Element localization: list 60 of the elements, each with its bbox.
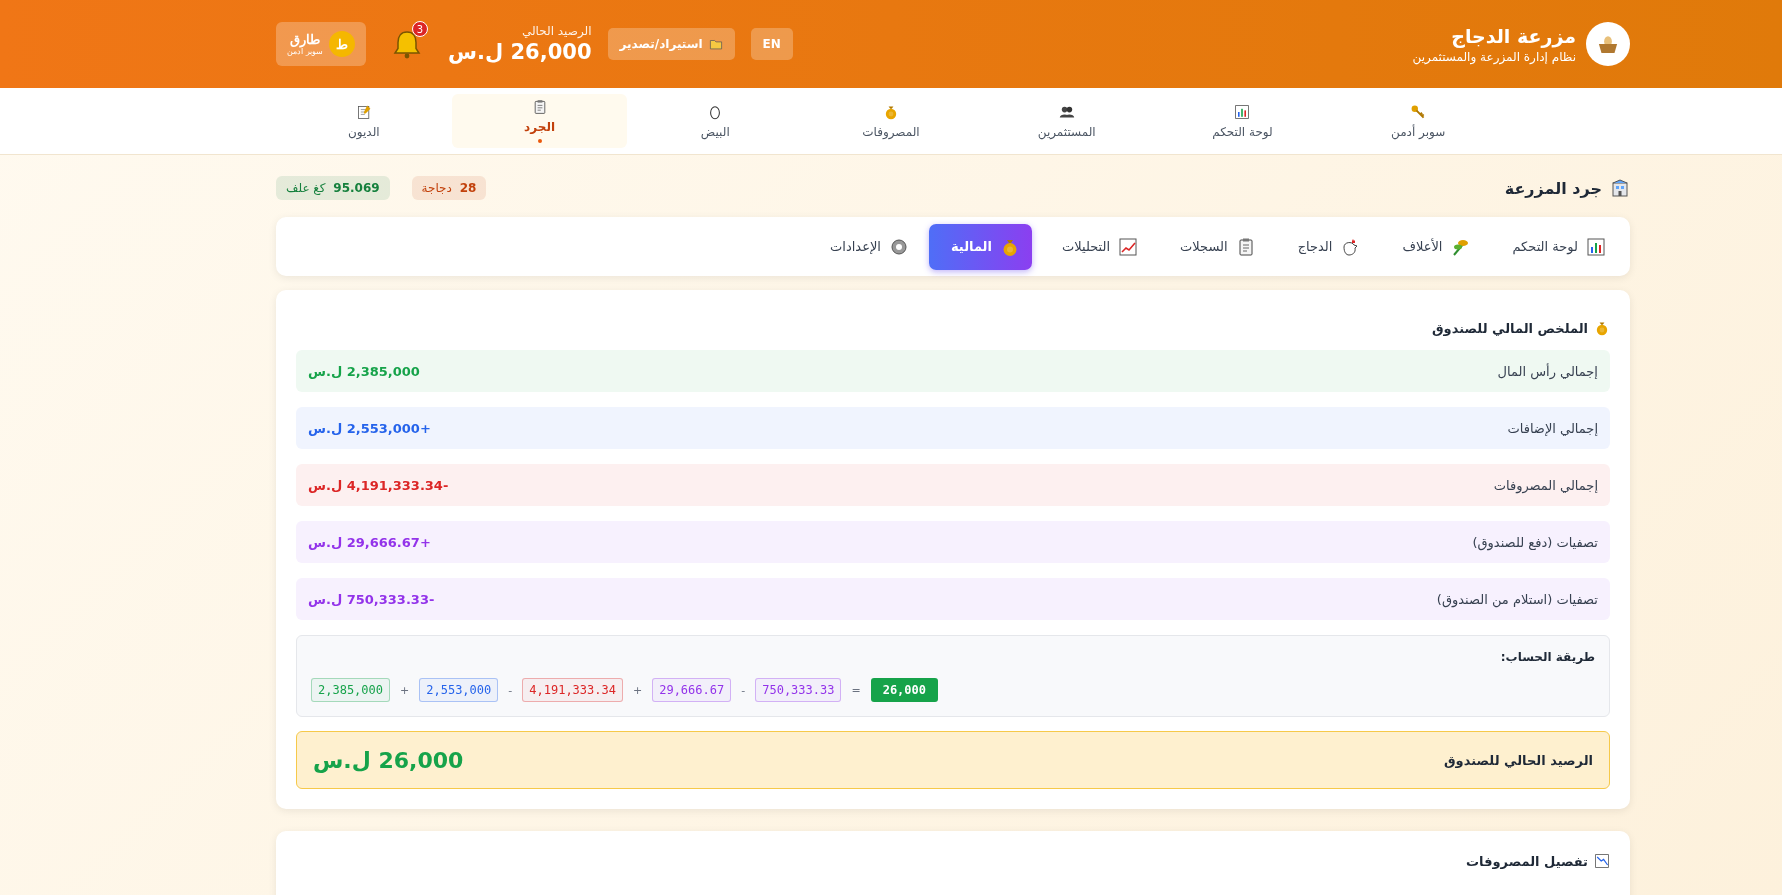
page-title: جرد المزرعة [1504,178,1602,198]
formula-term: 750,333.33 [755,678,842,702]
notification-badge: 3 [412,21,428,37]
summary-value: +29,666.67 ل.س [308,534,431,550]
section-tab[interactable]: المالية [928,223,1032,270]
section-tab[interactable]: التحليلات [1039,223,1151,270]
section-tab[interactable]: الأعلاف [1380,223,1483,270]
formula-term: 29,666.67 [652,678,732,702]
nav-tab[interactable]: الديون [275,94,452,148]
formula-term: 2,385,000 [311,678,391,702]
nav-tab[interactable]: الجرد [451,94,628,148]
nav-tab[interactable]: البيض [627,94,804,148]
formula-operator: = [851,683,861,697]
summary-label: إجمالي الإضافات [1507,420,1598,436]
formula-operator: + [632,683,643,697]
section-tab[interactable]: لوحة التحكم [1490,223,1618,270]
memo-icon [355,103,372,120]
summary-value: -750,333.33 ل.س [308,591,435,607]
bar-chart-icon [1234,103,1251,120]
settings-icon [888,236,909,257]
section-tab[interactable]: الدجاج [1275,223,1373,270]
nav-tab[interactable]: المصروفات [803,94,979,148]
balance-value: 26,000 ل.س [448,40,592,64]
user-avatar: ط [328,31,355,57]
folder-icon [708,37,723,51]
building-icon [1610,178,1630,198]
summary-value: 2,385,000 ل.س [308,363,420,379]
total-value: 26,000 ل.س [313,747,464,773]
nav-tab[interactable]: لوحة التحكم [1154,94,1331,148]
chart-down-icon [1594,853,1610,869]
section-tab[interactable]: السجلات [1158,223,1268,270]
app-subtitle: نظام إدارة المزرعة والمستثمرين [1412,49,1576,64]
calculation-title: طريقة الحساب: [1499,650,1595,664]
key-icon [1410,103,1427,120]
nav-tab[interactable]: المستثمرين [978,94,1155,148]
bar-chart-icon [1586,236,1606,257]
summary-value: -4,191,333.34 ل.س [308,477,449,493]
formula-result: 26,000 [870,678,939,702]
balance-label: الرصيد الحالي [520,24,592,38]
nav-tab[interactable]: سوبر أدمن [1330,94,1506,148]
formula-term: 4,191,333.34 [522,678,623,702]
formula-operator: - [508,683,513,697]
line-chart-icon [1118,236,1139,257]
section-tab[interactable]: الإعدادات [808,223,921,270]
money-bag-icon [883,103,899,120]
money-bag-icon [1594,320,1610,336]
summary-label: إجمالي رأس المال [1497,363,1598,379]
formula-operator: - [741,683,746,697]
user-name: طارق [290,32,321,47]
formula-operator: + [400,683,410,697]
user-role: سوبر أدمن [287,47,323,56]
section-title: الملخص المالي للصندوق [1432,320,1588,336]
section-title: تفصيل المصروفات [1466,853,1588,869]
formula-term: 2,553,000 [419,678,499,702]
summary-value: +2,553,000 ل.س [308,420,431,436]
total-label: الرصيد الحالي للصندوق [1444,752,1593,768]
app-title: مزرعة الدجاج [1450,24,1576,47]
summary-label: تصفيات (استلام من الصندوق) [1436,591,1598,607]
summary-label: تصفيات (دفع للصندوق) [1472,534,1598,550]
summary-label: إجمالي المصروفات [1493,477,1598,493]
